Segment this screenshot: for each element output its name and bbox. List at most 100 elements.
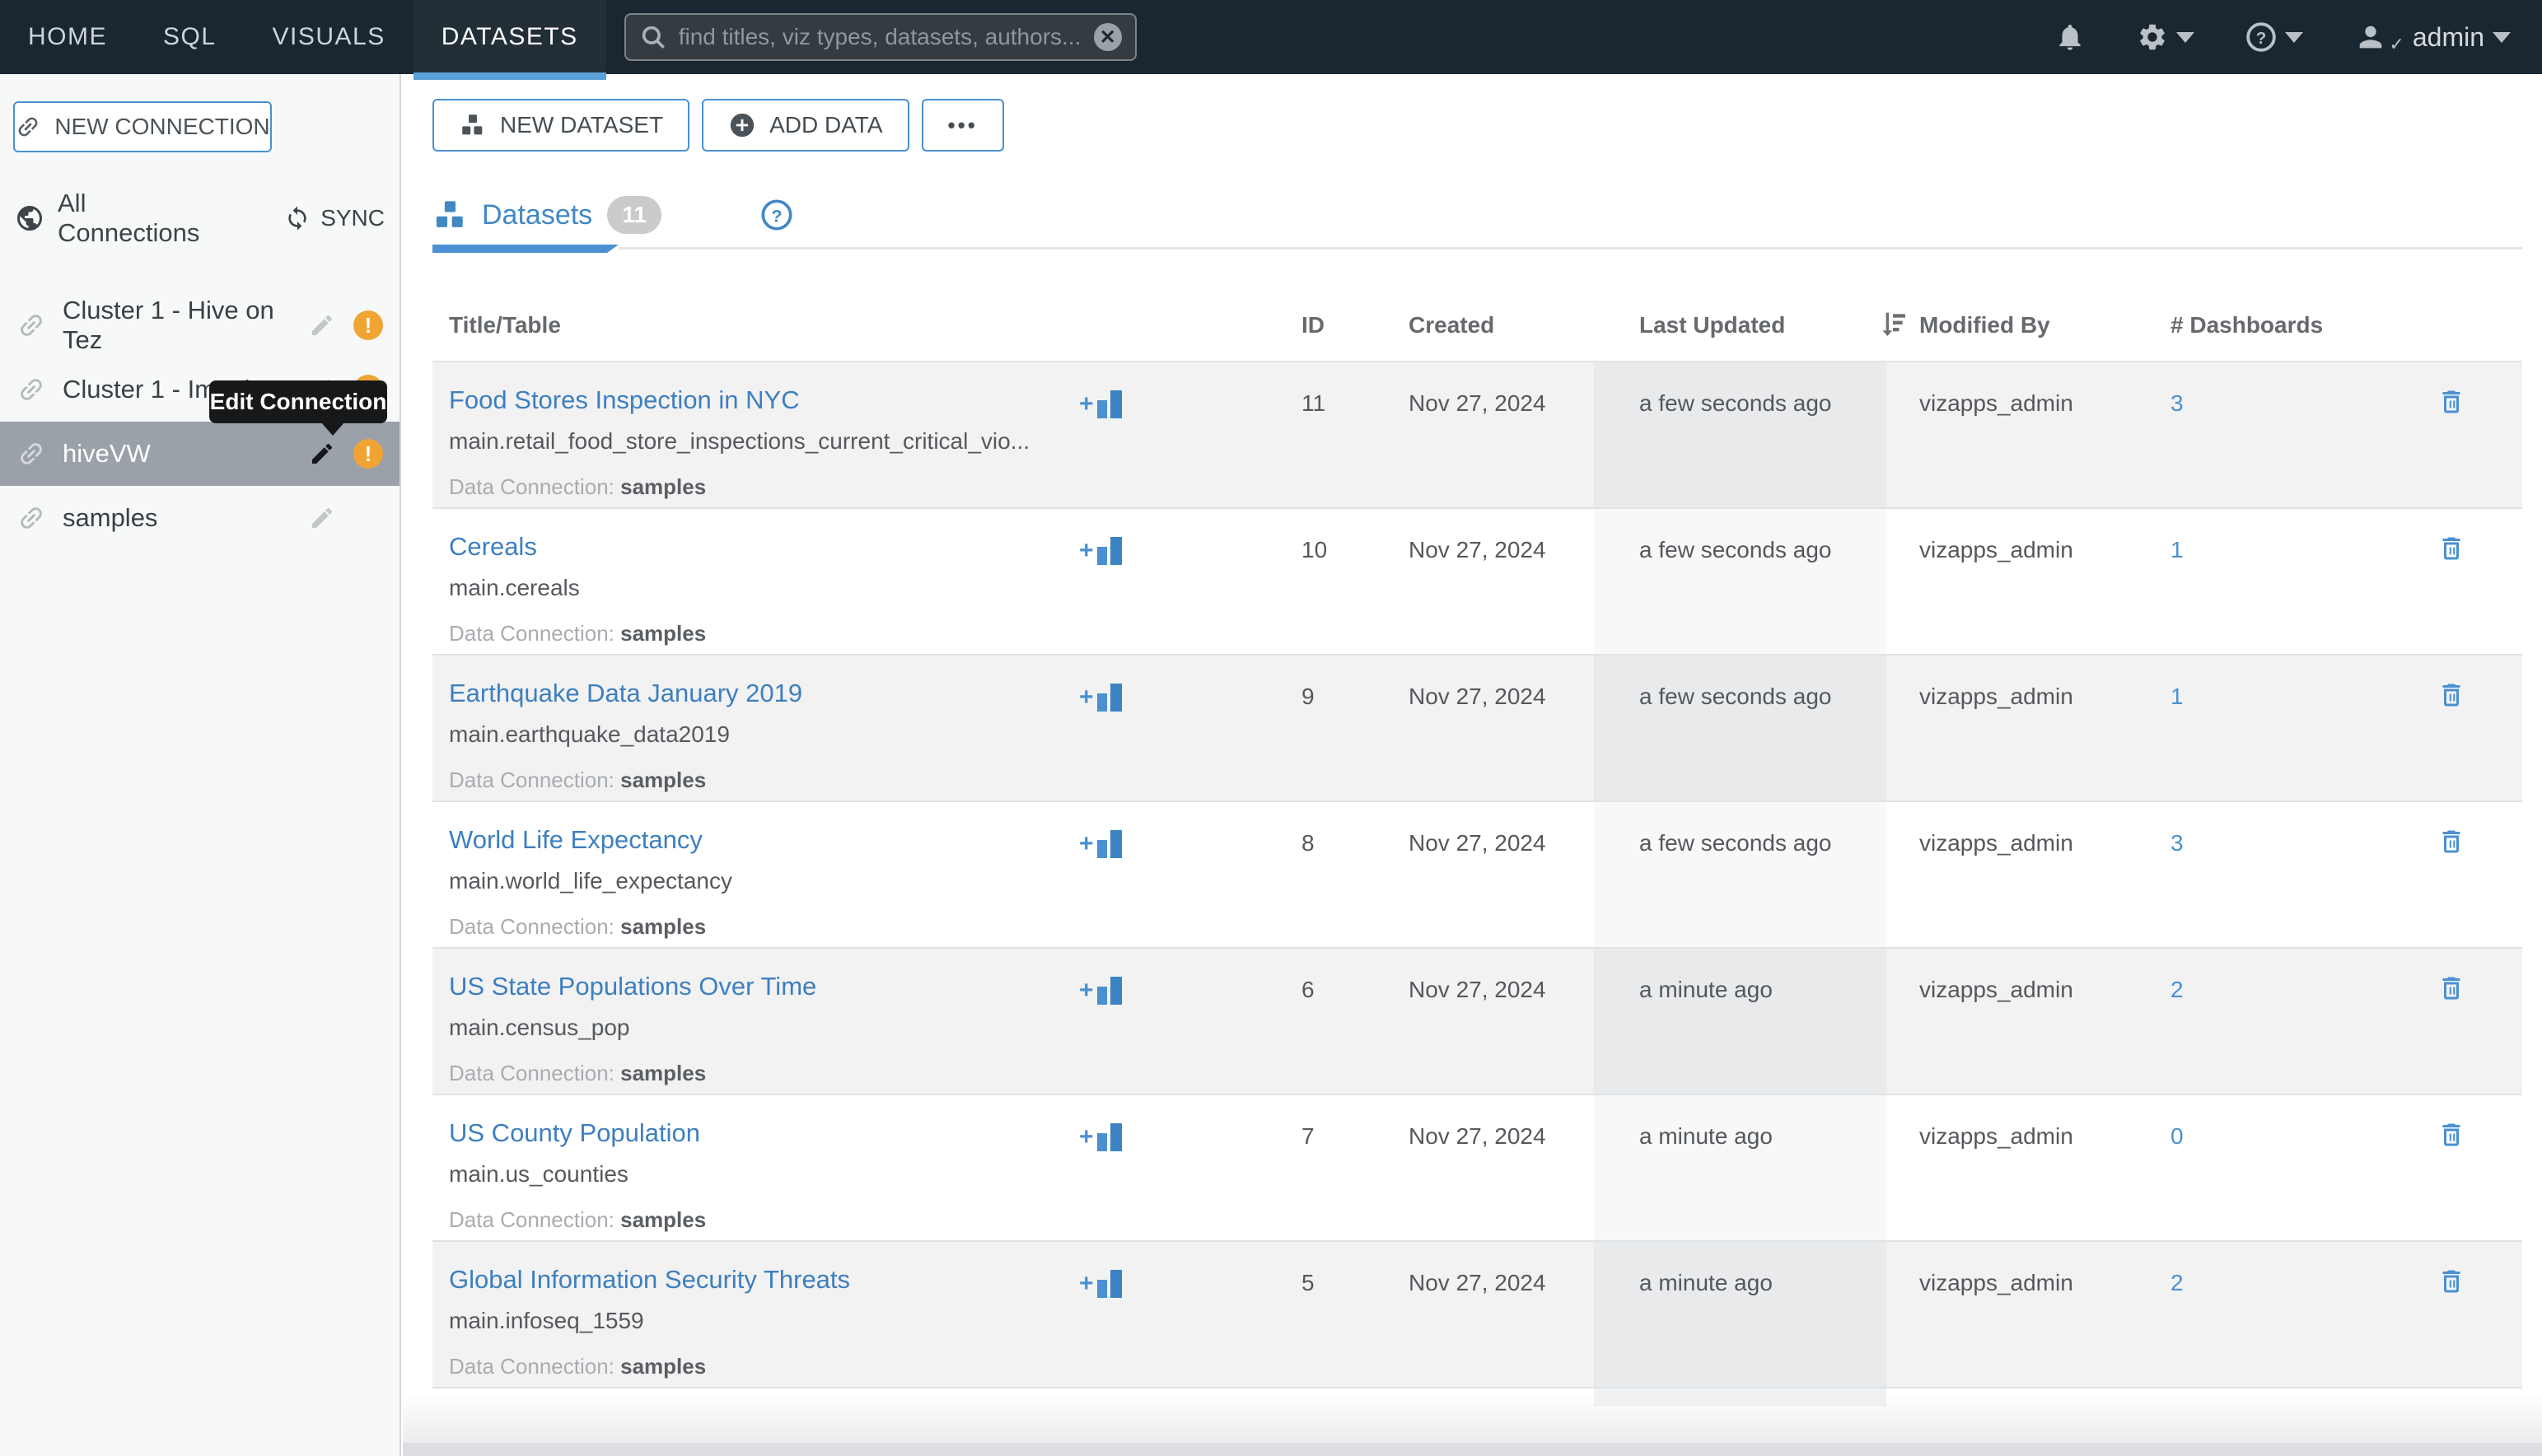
delete-dataset-icon[interactable] (2437, 1267, 2466, 1387)
dataset-created: Nov 27, 2024 (1359, 509, 1594, 654)
dataset-title-link[interactable]: US County Population (449, 1118, 700, 1147)
dataset-modified-by: vizapps_admin (1886, 656, 2150, 800)
globe-icon (15, 203, 44, 233)
dashboards-count-link[interactable]: 3 (2171, 830, 2184, 856)
data-connection-line: Data Connection: samples (449, 1207, 1285, 1233)
datasets-help-icon[interactable]: ? (760, 198, 793, 231)
tab-datasets-label: Datasets (482, 199, 592, 231)
new-dashboard-icon[interactable]: + (1079, 677, 1122, 712)
chevron-down-icon (2176, 32, 2194, 43)
all-connections-label: All Connections (58, 189, 208, 248)
dataset-modified-by: vizapps_admin (1886, 1095, 2150, 1240)
dataset-created: Nov 27, 2024 (1359, 1095, 1594, 1240)
new-dashboard-icon[interactable]: + (1079, 1263, 1122, 1298)
delete-dataset-icon[interactable] (2437, 973, 2466, 1094)
delete-dataset-icon[interactable] (2437, 534, 2466, 654)
connection-item[interactable]: samples ! (0, 486, 400, 550)
delete-dataset-icon[interactable] (2437, 387, 2466, 507)
delete-dataset-icon[interactable] (2437, 1120, 2466, 1240)
dataset-title-link[interactable]: Cereals (449, 532, 537, 561)
dataset-created: Nov 27, 2024 (1359, 362, 1594, 507)
dataset-title-link[interactable]: Food Stores Inspection in NYC (449, 385, 800, 414)
main-content: NEW DATASET ADD DATA ••• Datasets 11 (403, 74, 2542, 1456)
dataset-title-link[interactable]: Earthquake Data January 2019 (449, 679, 802, 707)
more-actions-button[interactable]: ••• (922, 99, 1004, 152)
col-header-created[interactable]: Created (1359, 312, 1594, 338)
col-header-title[interactable]: Title/Table (432, 312, 1285, 338)
dataset-last-updated: a few seconds ago (1594, 362, 1886, 507)
data-connection-value: samples (620, 914, 706, 939)
col-header-modified-by[interactable]: Modified By (1886, 312, 2150, 338)
nav-item-visuals[interactable]: VISUALS (245, 0, 414, 74)
tab-divider (619, 247, 2522, 250)
help-menu[interactable]: ? (2245, 21, 2303, 53)
dataset-id: 8 (1285, 802, 1359, 947)
table-row: US State Populations Over Time + main.ce… (432, 947, 2522, 1094)
edit-connection-pencil-icon[interactable] (309, 312, 335, 338)
chevron-down-icon (2493, 32, 2511, 43)
dataset-created: Nov 27, 2024 (1359, 1242, 1594, 1387)
dataset-table-name: main.census_pop (449, 1015, 1285, 1041)
dashboards-count-link[interactable]: 2 (2171, 1270, 2184, 1295)
dataset-title-link[interactable]: US State Populations Over Time (449, 972, 816, 1001)
dashboards-count-link[interactable]: 3 (2171, 390, 2184, 416)
ellipsis-icon: ••• (948, 113, 978, 138)
new-connection-button[interactable]: NEW CONNECTION (13, 101, 272, 152)
new-dataset-label: NEW DATASET (500, 112, 663, 138)
sync-button[interactable]: SYNC (284, 205, 385, 231)
search-input[interactable] (679, 24, 1082, 50)
dashboards-count-link[interactable]: 1 (2171, 537, 2184, 562)
dataset-table-name: main.us_counties (449, 1161, 1285, 1188)
dataset-modified-by: vizapps_admin (1886, 362, 2150, 507)
dashboards-count-link[interactable]: 1 (2171, 684, 2184, 709)
user-menu[interactable]: ✓ admin (2354, 19, 2511, 55)
edit-connection-pencil-icon[interactable] (309, 505, 335, 531)
data-connection-value: samples (620, 768, 706, 792)
delete-dataset-icon[interactable] (2437, 827, 2466, 947)
dataset-title-link[interactable]: Global Information Security Threats (449, 1265, 850, 1294)
data-connection-line: Data Connection: samples (449, 768, 1285, 793)
sync-label: SYNC (320, 205, 385, 231)
col-header-dashboards[interactable]: # Dashboards (2150, 312, 2381, 338)
edit-connection-pencil-icon[interactable] (309, 441, 335, 467)
dashboards-count-link[interactable]: 2 (2171, 977, 2184, 1002)
dashboards-count-link[interactable]: 0 (2171, 1123, 2184, 1149)
data-connection-label: Data Connection: (449, 1207, 614, 1232)
connection-name: Cluster 1 - Hive on Tez (63, 296, 309, 355)
connection-item[interactable]: Cluster 1 - Hive on Tez ! (0, 293, 400, 357)
connection-warning-icon[interactable]: ! (353, 310, 383, 340)
dataset-created: Nov 27, 2024 (1359, 656, 1594, 800)
new-dashboard-icon[interactable]: + (1079, 530, 1122, 565)
col-header-last-updated[interactable]: Last Updated (1594, 312, 1886, 338)
horizontal-scrollbar-track[interactable] (403, 1443, 2542, 1456)
dataset-created: Nov 27, 2024 (1359, 802, 1594, 947)
global-search[interactable]: ✕ (624, 13, 1137, 61)
add-data-button[interactable]: ADD DATA (702, 99, 909, 152)
all-connections-button[interactable]: All Connections (15, 189, 208, 248)
settings-gear-menu[interactable] (2137, 21, 2194, 53)
dataset-table-name: main.world_life_expectancy (449, 868, 1285, 894)
connection-warning-icon[interactable]: ! (353, 439, 383, 469)
top-navbar: HOME SQL VISUALS DATASETS ✕ (0, 0, 2542, 74)
nav-item-datasets[interactable]: DATASETS (414, 0, 606, 74)
nav-item-sql[interactable]: SQL (135, 0, 245, 74)
data-connection-line: Data Connection: samples (449, 1354, 1285, 1379)
dataset-last-updated: a few seconds ago (1594, 802, 1886, 947)
new-connection-label: NEW CONNECTION (54, 114, 269, 140)
new-dashboard-icon[interactable]: + (1079, 384, 1122, 418)
table-row: Global Information Security Threats + ma… (432, 1240, 2522, 1387)
nav-item-home[interactable]: HOME (0, 0, 135, 74)
search-clear-icon[interactable]: ✕ (1094, 23, 1122, 51)
delete-dataset-icon[interactable] (2437, 680, 2466, 800)
new-dataset-button[interactable]: NEW DATASET (432, 99, 689, 152)
col-header-id[interactable]: ID (1285, 312, 1359, 338)
data-connection-label: Data Connection: (449, 768, 614, 792)
new-dashboard-icon[interactable]: + (1079, 970, 1122, 1005)
table-row: World Life Expectancy + main.world_life_… (432, 800, 2522, 947)
tab-datasets[interactable]: Datasets 11 (432, 196, 661, 234)
new-dashboard-icon[interactable]: + (1079, 824, 1122, 858)
dataset-table-name: main.earthquake_data2019 (449, 721, 1285, 748)
new-dashboard-icon[interactable]: + (1079, 1117, 1122, 1151)
dataset-title-link[interactable]: World Life Expectancy (449, 825, 703, 854)
notifications-bell-icon[interactable] (2054, 21, 2086, 53)
